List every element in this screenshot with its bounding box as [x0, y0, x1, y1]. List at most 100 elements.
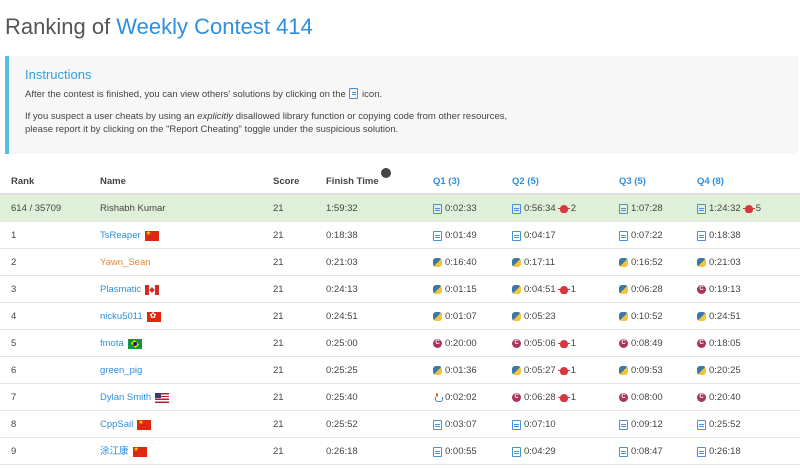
python-icon[interactable] [619, 312, 628, 321]
header-q3[interactable]: Q3 (5) [619, 168, 646, 195]
cpp-icon[interactable] [619, 393, 628, 402]
python-icon[interactable] [433, 258, 442, 267]
doc-icon[interactable] [697, 203, 706, 214]
doc-icon[interactable] [619, 203, 628, 214]
q1-time: 0:16:40 [445, 257, 477, 268]
wrong-submission-count: 1 [570, 392, 576, 403]
user-name-link[interactable]: CppSail [100, 411, 133, 438]
doc-icon[interactable] [512, 446, 521, 457]
finish-time-cell: 0:26:18 [326, 446, 358, 457]
finish-time-cell: 1:59:32 [326, 203, 358, 214]
q4-cell: 0:20:25 [697, 357, 741, 384]
header-q4[interactable]: Q4 (8) [697, 168, 724, 195]
q1-cell: 0:01:49 [433, 222, 477, 249]
doc-icon[interactable] [619, 419, 628, 430]
q2-cell: 0:56:34 2 [512, 195, 576, 222]
python-icon[interactable] [697, 312, 706, 321]
country-flag-icon [145, 284, 160, 295]
python-icon[interactable] [619, 258, 628, 267]
cpp-icon[interactable] [433, 339, 442, 348]
score-cell: 21 [273, 419, 284, 430]
user-name-link[interactable]: nicku5011 [100, 303, 143, 330]
doc-icon[interactable] [512, 230, 521, 241]
user-name-link[interactable]: Plasmatic [100, 276, 141, 303]
title-prefix: Ranking of [5, 14, 117, 39]
python-icon[interactable] [433, 312, 442, 321]
bug-icon [557, 204, 570, 213]
python-icon[interactable] [512, 366, 521, 375]
doc-icon[interactable] [619, 230, 628, 241]
rank-cell: 3 [11, 284, 17, 295]
finish-time-cell: 0:25:40 [326, 392, 358, 403]
header-finish-time-label: Finish Time [326, 176, 379, 187]
wrong-submission-count: 2 [570, 203, 576, 214]
table-header: Rank Name Score Finish Time? Q1 (3) Q2 (… [0, 168, 800, 195]
instructions-line-2-before: If you suspect a user cheats by using an [25, 111, 195, 122]
python-icon[interactable] [619, 285, 628, 294]
user-name-link: Rishabh Kumar [100, 203, 166, 214]
table-row: 9 涂江康 21 0:26:18 0:00:55 0:04:29 0:08:47 0:26:1… [0, 438, 800, 465]
q2-cell: 0:17:11 [512, 249, 555, 276]
doc-icon[interactable] [697, 230, 706, 241]
python-icon[interactable] [697, 366, 706, 375]
header-q2[interactable]: Q2 (5) [512, 168, 539, 195]
doc-icon[interactable] [433, 203, 442, 214]
help-icon[interactable]: ? [380, 168, 391, 186]
cpp-icon[interactable] [619, 339, 628, 348]
q3-time: 0:08:49 [631, 338, 663, 349]
python-icon[interactable] [619, 366, 628, 375]
doc-icon[interactable] [512, 203, 521, 214]
user-name-link[interactable]: Yawn_Sean [100, 249, 151, 276]
header-score: Score [273, 176, 300, 187]
q3-time: 0:08:00 [631, 392, 663, 403]
q2-cell: 0:05:06 1 [512, 330, 576, 357]
q1-time: 0:00:55 [445, 446, 477, 457]
user-name-link[interactable]: TsReaper [100, 222, 141, 249]
user-name-link[interactable]: 涂江康 [100, 438, 129, 465]
table-row-current-user: 614 / 35709 Rishabh Kumar 21 1:59:32 0:02:33… [0, 195, 800, 222]
python-icon[interactable] [512, 258, 521, 267]
python-icon[interactable] [433, 285, 442, 294]
user-name-link[interactable]: fmota [100, 330, 124, 357]
python-icon[interactable] [697, 258, 706, 267]
cpp-icon[interactable] [697, 393, 706, 402]
contest-link[interactable]: Weekly Contest 414 [116, 14, 312, 39]
header-q1[interactable]: Q1 (3) [433, 168, 460, 195]
name-cell: CppSail [100, 411, 152, 438]
cpp-icon[interactable] [512, 339, 521, 348]
python-icon[interactable] [512, 285, 521, 294]
q4-cell: 0:18:38 [697, 222, 741, 249]
doc-icon[interactable] [433, 446, 442, 457]
doc-icon[interactable] [697, 419, 706, 430]
q1-time: 0:01:07 [445, 311, 477, 322]
name-cell: Yawn_Sean [100, 249, 151, 276]
q4-time: 0:18:05 [709, 338, 741, 349]
q1-cell: 0:01:15 [433, 276, 477, 303]
doc-icon[interactable] [512, 419, 521, 430]
q3-time: 0:06:28 [631, 284, 663, 295]
bug-icon [557, 285, 570, 294]
doc-icon[interactable] [433, 419, 442, 430]
q1-cell: 0:01:36 [433, 357, 477, 384]
q4-cell: 0:25:52 [697, 411, 741, 438]
instructions-line-1-before: After the contest is finished, you can v… [25, 89, 346, 100]
table-row: 8 CppSail 21 0:25:52 0:03:07 0:07:10 0:09:12 0:… [0, 411, 800, 438]
cpp-icon[interactable] [697, 285, 706, 294]
user-name-link[interactable]: green_pig [100, 357, 142, 384]
cpp-icon[interactable] [697, 339, 706, 348]
q3-cell: 0:08:00 [619, 384, 663, 411]
doc-icon[interactable] [619, 446, 628, 457]
q2-cell: 0:05:27 1 [512, 357, 576, 384]
q3-cell: 0:10:52 [619, 303, 663, 330]
user-name-link[interactable]: Dylan Smith [100, 384, 151, 411]
doc-icon[interactable] [697, 446, 706, 457]
python-icon[interactable] [433, 366, 442, 375]
doc-icon[interactable] [433, 230, 442, 241]
python-icon[interactable] [512, 312, 521, 321]
score-cell: 21 [273, 311, 284, 322]
cpp-icon[interactable] [512, 393, 521, 402]
q1-cell: 0:02:33 [433, 195, 477, 222]
q4-time: 0:24:51 [709, 311, 741, 322]
java-icon[interactable] [433, 393, 443, 402]
rank-cell: 6 [11, 365, 17, 376]
